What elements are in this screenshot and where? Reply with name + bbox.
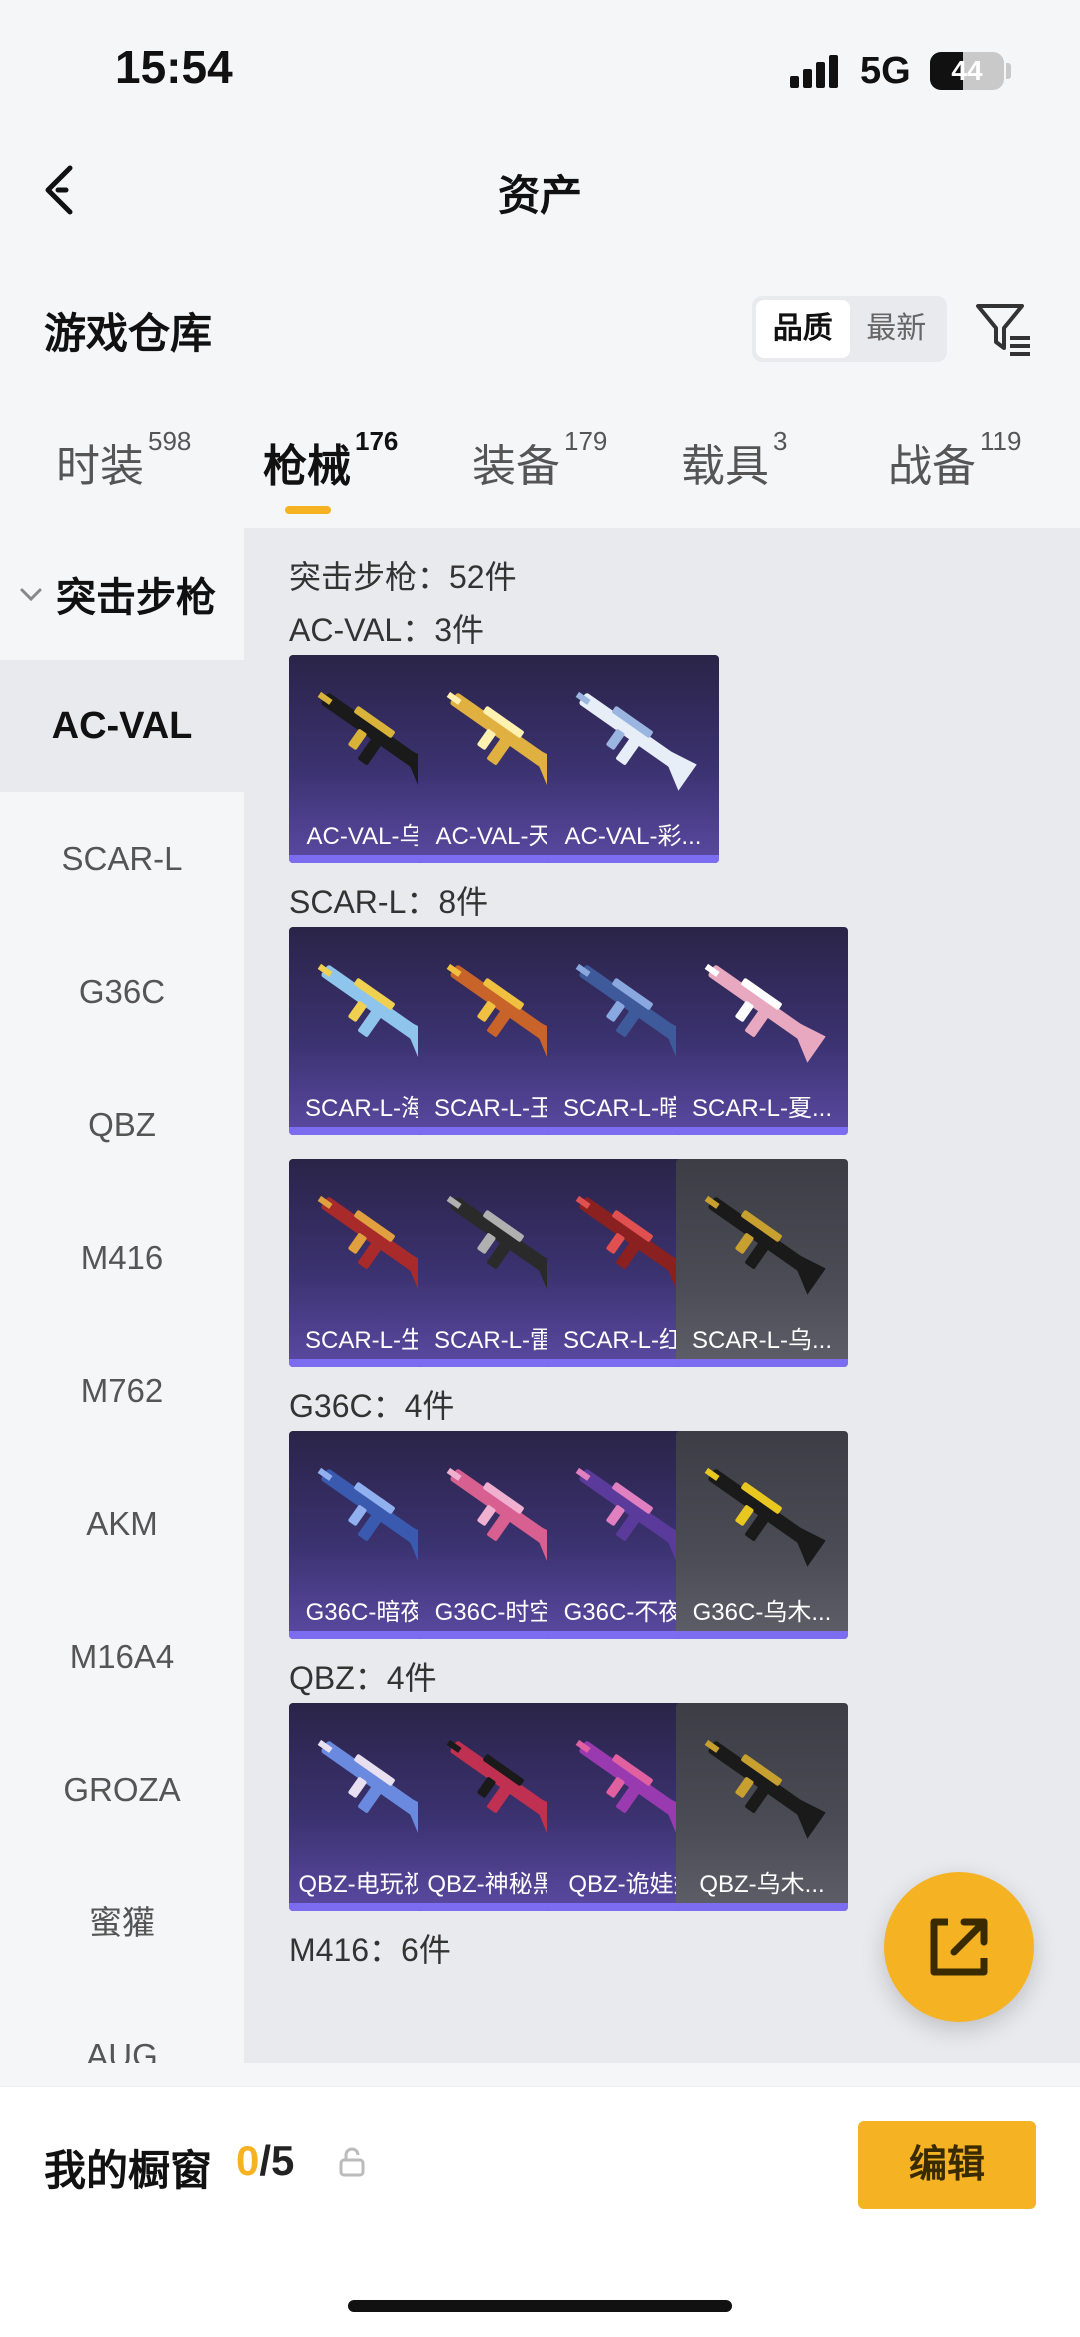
share-icon: [930, 1918, 988, 1976]
sidebar-item[interactable]: AUG: [0, 1990, 244, 2063]
battery-tip: [1006, 63, 1011, 79]
sidebar-item[interactable]: 蜜獾: [0, 1857, 244, 1989]
weapon-card[interactable]: G36C-乌木...: [676, 1431, 848, 1639]
tab-label: 战备: [888, 442, 976, 491]
tab-fashion[interactable]: 时装598: [56, 426, 191, 494]
sidebar-item[interactable]: GROZA: [0, 1724, 244, 1856]
active-tab-indicator: [285, 506, 331, 514]
tab-equipment[interactable]: 装备179: [472, 426, 607, 494]
sidebar-item[interactable]: SCAR-L: [0, 793, 244, 925]
sort-option-newest[interactable]: 最新: [850, 300, 944, 358]
group-label: SCAR-L：8件: [289, 884, 489, 920]
weapon-icon: [704, 963, 826, 1063]
total-count-label: 突击步枪：52件: [289, 559, 517, 595]
assets-page: 15:54 5G 44 资产 游戏仓库 品质 最新 时装598 枪械176 装备…: [0, 0, 1080, 2337]
filter-button[interactable]: [972, 298, 1034, 360]
tab-vehicles[interactable]: 载具3: [681, 426, 787, 494]
tab-count: 176: [355, 426, 399, 456]
weapon-icon: [575, 691, 697, 791]
weapon-sidebar: 突击步枪 AC-VAL SCAR-L G36C QBZ M416 M762 AKM M16A4…: [0, 528, 244, 2063]
rarity-bar: [676, 1359, 848, 1367]
status-time: 15:54: [115, 41, 233, 93]
page-title: 资产: [497, 172, 582, 219]
weapon-card[interactable]: SCAR-L-夏...: [676, 927, 848, 1135]
lock-icon: [339, 2147, 365, 2177]
tab-count: 598: [148, 426, 192, 456]
home-indicator: [348, 2300, 732, 2312]
sidebar-category-label: 突击步枪: [56, 576, 216, 620]
group-label: M416：6件: [289, 1932, 451, 1968]
battery-icon: 44: [930, 52, 1004, 90]
warehouse-title: 游戏仓库: [44, 310, 213, 357]
weapon-card-name: QBZ-乌木...: [699, 1871, 825, 1898]
tab-label: 枪械: [263, 442, 351, 491]
cellular-signal-icon: [790, 54, 840, 88]
weapon-card[interactable]: AC-VAL-彩...: [547, 655, 719, 863]
rarity-bar: [676, 1127, 848, 1135]
weapon-card[interactable]: SCAR-L-乌...: [676, 1159, 848, 1367]
weapon-icon: [704, 1739, 826, 1839]
sidebar-item[interactable]: AC-VAL: [0, 660, 244, 792]
showcase-title: 我的橱窗: [44, 2147, 213, 2194]
sidebar-item[interactable]: G36C: [0, 926, 244, 1058]
sidebar-category[interactable]: 突击步枪: [0, 528, 244, 660]
tab-count: 179: [564, 426, 608, 456]
edit-button[interactable]: 编辑: [858, 2121, 1036, 2209]
rarity-bar: [676, 1631, 848, 1639]
tab-label: 时装: [56, 442, 144, 491]
showcase-current: 0: [236, 2137, 260, 2184]
chevron-down-icon: [20, 588, 42, 602]
sidebar-item[interactable]: AKM: [0, 1458, 244, 1590]
tab-count: 3: [773, 426, 788, 456]
weapon-card-name: SCAR-L-夏...: [691, 1095, 832, 1122]
sidebar-item[interactable]: QBZ: [0, 1059, 244, 1191]
showcase-count: 0/5: [236, 2137, 294, 2185]
sidebar-item[interactable]: M762: [0, 1325, 244, 1457]
share-button[interactable]: [884, 1872, 1034, 2022]
tab-supplies[interactable]: 战备119: [888, 426, 1021, 494]
category-tabs: 时装598 枪械176 装备179 载具3 战备119: [0, 426, 1080, 520]
sort-option-quality[interactable]: 品质: [756, 300, 850, 358]
weapon-card-name: SCAR-L-乌...: [691, 1327, 832, 1354]
weapon-list: 突击步枪：52件 AC-VAL：3件 AC-VAL-乌... AC-VAL-天...…: [244, 528, 1080, 2063]
filter-icon: [976, 304, 1030, 356]
network-type: 5G: [860, 50, 911, 92]
tab-firearms[interactable]: 枪械176: [263, 426, 398, 494]
weapon-card[interactable]: QBZ-乌木...: [676, 1703, 848, 1911]
battery-level: 44: [951, 55, 983, 86]
showcase-max: /5: [259, 2137, 295, 2184]
group-label: AC-VAL：3件: [289, 612, 485, 648]
weapon-icon: [704, 1195, 826, 1295]
weapon-card-name: AC-VAL-彩...: [564, 823, 702, 850]
rarity-bar: [676, 1903, 848, 1911]
sidebar-item[interactable]: M416: [0, 1192, 244, 1324]
sort-toggle: 品质 最新: [752, 296, 947, 362]
sidebar-item[interactable]: M16A4: [0, 1591, 244, 1723]
rarity-bar: [547, 855, 719, 863]
group-label: G36C：4件: [289, 1388, 455, 1424]
group-label: QBZ：4件: [289, 1660, 437, 1696]
tab-count: 119: [980, 426, 1022, 456]
tab-label: 载具: [681, 442, 769, 491]
status-bar: 15:54 5G 44: [0, 0, 1080, 140]
weapon-icon: [704, 1467, 826, 1567]
weapon-card-name: G36C-乌木...: [692, 1599, 832, 1626]
tab-label: 装备: [472, 442, 560, 491]
